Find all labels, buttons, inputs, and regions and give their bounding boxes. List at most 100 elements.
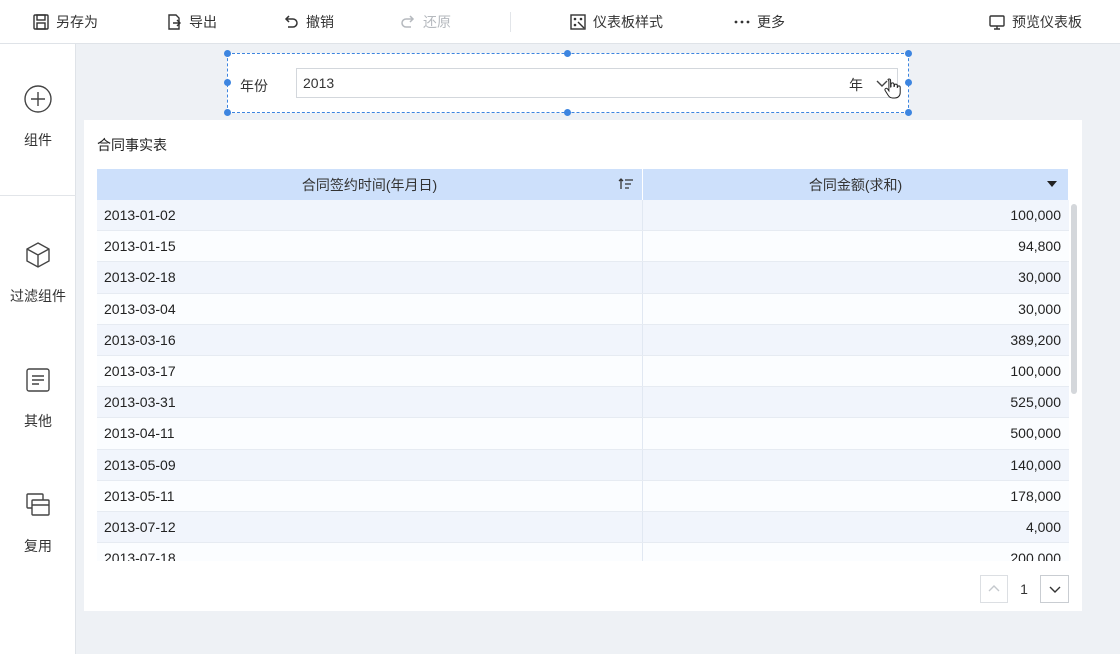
more-label: 更多 [757, 14, 785, 30]
resize-handle[interactable] [905, 109, 912, 116]
reuse-icon [26, 493, 50, 516]
sidebar-item-filter-components[interactable]: 过滤组件 [0, 240, 76, 306]
redo-button[interactable]: 还原 [399, 0, 451, 44]
date-cell: 2013-05-09 [97, 449, 643, 480]
sidebar-item-label: 过滤组件 [10, 288, 66, 304]
more-button[interactable]: 更多 [733, 0, 785, 44]
column-header-date[interactable]: 合同签约时间(年月日) [97, 169, 643, 200]
dashboard-style-button[interactable]: 仪表板样式 [569, 0, 663, 44]
table-row[interactable]: 2013-07-12 4,000 [97, 511, 1069, 544]
amount-cell: 4,000 [1025, 518, 1061, 535]
toolbar-divider [510, 12, 511, 32]
dropdown-triangle-icon[interactable] [1044, 177, 1060, 191]
table-row[interactable]: 2013-02-18 30,000 [97, 262, 1069, 294]
table-row[interactable]: 2013-05-11 178,000 [97, 480, 1069, 512]
column-header-label: 合同金额(求和) [808, 176, 903, 193]
table-body: 2013-01-02 100,000 2013-01-15 94,800 2013-… [97, 200, 1069, 561]
table-row[interactable]: 2013-07-18 200,000 [97, 543, 1069, 561]
date-cell: 2013-07-18 [97, 543, 643, 561]
undo-label: 撤销 [306, 14, 334, 30]
top-toolbar: 另存为 导出 撤销 还原 仪表板样式 更多 预览仪表板 [0, 0, 1120, 44]
sidebar-item-label: 组件 [24, 132, 52, 148]
palette-icon [570, 14, 586, 30]
resize-handle[interactable] [224, 50, 231, 57]
date-cell: 2013-01-02 [97, 200, 643, 231]
export-label: 导出 [189, 14, 217, 30]
resize-handle[interactable] [564, 109, 571, 116]
table-row[interactable]: 2013-04-11 500,000 [97, 418, 1069, 450]
sidebar-item-components[interactable]: 组件 [0, 84, 76, 150]
table-row[interactable]: 2013-01-02 100,000 [97, 200, 1069, 232]
date-cell: 2013-03-31 [97, 387, 643, 418]
table-row[interactable]: 2013-03-17 100,000 [97, 355, 1069, 388]
amount-cell: 200,000 [1010, 550, 1061, 561]
date-cell: 2013-07-12 [97, 511, 643, 543]
data-table: 合同签约时间(年月日) 合同金额(求和) 2013-01-02 100,000 2… [97, 169, 1069, 561]
add-circle-icon [24, 85, 52, 113]
redo-icon [401, 15, 415, 28]
table-row[interactable]: 2013-05-09 140,000 [97, 449, 1069, 481]
table-scrollbar[interactable] [1071, 204, 1077, 394]
amount-cell: 30,000 [1018, 269, 1061, 286]
save-as-button[interactable]: 另存为 [32, 0, 98, 44]
document-icon [26, 368, 50, 392]
amount-cell: 140,000 [1010, 456, 1061, 473]
year-select[interactable]: 2013 年 [296, 68, 901, 99]
left-sidebar: 组件 过滤组件 其他 复用 [0, 44, 76, 654]
resize-handle[interactable] [224, 79, 231, 86]
year-select-value: 2013 [303, 75, 335, 91]
undo-icon [284, 15, 298, 28]
filter-label: 年份 [240, 78, 268, 94]
table-row[interactable]: 2013-03-31 525,000 [97, 387, 1069, 419]
year-unit: 年 [849, 77, 863, 93]
table-row[interactable]: 2013-01-15 94,800 [97, 231, 1069, 263]
amount-cell: 389,200 [1010, 331, 1061, 348]
resize-handle[interactable] [564, 50, 571, 57]
export-button[interactable]: 导出 [165, 0, 217, 44]
amount-cell: 500,000 [1010, 425, 1061, 442]
date-cell: 2013-03-04 [97, 293, 643, 324]
resize-handle[interactable] [905, 50, 912, 57]
amount-cell: 100,000 [1010, 363, 1061, 380]
resize-handle[interactable] [905, 79, 912, 86]
table-header: 合同签约时间(年月日) 合同金额(求和) [97, 169, 1069, 200]
amount-cell: 525,000 [1010, 394, 1061, 411]
date-cell: 2013-05-11 [97, 480, 643, 511]
preview-dashboard-label: 预览仪表板 [1012, 14, 1082, 30]
undo-button[interactable]: 撤销 [282, 0, 334, 44]
sidebar-item-label: 其他 [24, 413, 52, 429]
year-filter-widget[interactable]: 年份 2013 年 [224, 50, 912, 116]
hand-cursor-icon [884, 78, 901, 99]
table-row[interactable]: 2013-03-04 30,000 [97, 293, 1069, 325]
sidebar-item-label: 复用 [24, 538, 52, 554]
date-cell: 2013-03-16 [97, 324, 643, 355]
chevron-down-icon [1049, 586, 1060, 593]
redo-label: 还原 [423, 14, 451, 30]
table-row[interactable]: 2013-03-16 389,200 [97, 324, 1069, 356]
ellipsis-icon [734, 20, 750, 24]
date-cell: 2013-01-15 [97, 231, 643, 262]
date-cell: 2013-04-11 [97, 418, 643, 449]
sidebar-item-reuse[interactable]: 复用 [0, 490, 76, 556]
monitor-icon [989, 15, 1005, 30]
sort-icon[interactable] [618, 177, 634, 191]
export-icon [168, 14, 181, 30]
resize-handle[interactable] [224, 109, 231, 116]
column-header-amount[interactable]: 合同金额(求和) [643, 169, 1069, 200]
amount-cell: 30,000 [1018, 300, 1061, 317]
save-as-label: 另存为 [56, 14, 98, 30]
date-cell: 2013-02-18 [97, 262, 643, 293]
page-number: 1 [1020, 581, 1028, 597]
dashboard-style-label: 仪表板样式 [593, 14, 663, 30]
sidebar-divider [0, 195, 76, 196]
widget-title: 合同事实表 [97, 137, 167, 153]
next-page-button[interactable] [1040, 575, 1069, 603]
contract-table-widget[interactable]: 合同事实表 合同签约时间(年月日) 合同金额(求和) 2013-01-02 100… [84, 120, 1082, 611]
amount-cell: 100,000 [1010, 207, 1061, 224]
preview-dashboard-button[interactable]: 预览仪表板 [988, 0, 1082, 44]
sidebar-item-others[interactable]: 其他 [0, 365, 76, 431]
column-header-label: 合同签约时间(年月日) [301, 176, 438, 193]
amount-cell: 94,800 [1018, 238, 1061, 255]
cube-icon [26, 242, 50, 268]
previous-page-button[interactable] [980, 575, 1008, 603]
